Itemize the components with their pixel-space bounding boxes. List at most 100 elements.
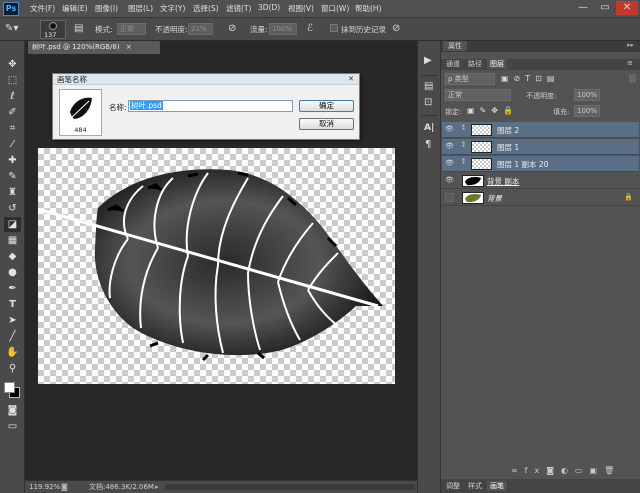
layer-thumbnail: [462, 192, 484, 204]
menu-file[interactable]: 文件(F): [30, 3, 55, 14]
lasso-tool-icon[interactable]: ℓ: [4, 89, 21, 104]
mode-select[interactable]: 正常: [117, 23, 146, 35]
eraser-tool-icon[interactable]: ◪: [4, 217, 21, 232]
menu-window[interactable]: 窗口(W): [321, 3, 349, 14]
menu-help[interactable]: 帮助(H): [355, 3, 382, 14]
close-tab-icon[interactable]: ×: [126, 43, 132, 51]
pressure-opacity-icon[interactable]: ⊘: [228, 22, 242, 36]
flow-input[interactable]: 100%: [269, 23, 297, 35]
collapse-panel-icon[interactable]: ▸▸: [627, 41, 634, 49]
minimize-button[interactable]: —: [572, 1, 594, 15]
blur-tool-icon[interactable]: ◆: [4, 249, 21, 264]
path-select-tool-icon[interactable]: ➤: [4, 313, 21, 328]
layer-action-icons[interactable]: ∞fx◙◐▭▣🗑: [511, 466, 621, 475]
menu-3d[interactable]: 3D(D): [258, 3, 280, 12]
dialog-close-icon[interactable]: ✕: [345, 75, 357, 84]
tab-channels[interactable]: 通道: [443, 59, 463, 69]
gradient-tool-icon[interactable]: ▦: [4, 233, 21, 248]
screen-mode-icon[interactable]: ▭: [4, 419, 21, 434]
brush-preset-picker[interactable]: 137: [40, 20, 66, 39]
layer-row[interactable]: 👁 ⁑ 图层 2: [442, 122, 639, 138]
status-menu-arrow-icon[interactable]: ▸: [155, 481, 159, 493]
tab-brushes[interactable]: 画笔: [487, 481, 507, 491]
visibility-toggle-off[interactable]: [445, 193, 454, 202]
menu-image[interactable]: 图像(I): [95, 3, 118, 14]
marquee-tool-icon[interactable]: ⬚: [4, 73, 21, 88]
visibility-eye-icon[interactable]: 👁: [445, 125, 454, 134]
visibility-eye-icon[interactable]: 👁: [445, 159, 454, 168]
brush-tool-icon[interactable]: ✎: [4, 169, 21, 184]
layer-row[interactable]: 👁 背景 副本: [442, 173, 639, 189]
paragraph-panel-icon[interactable]: ¶: [425, 139, 431, 150]
menu-filter[interactable]: 滤镜(T): [226, 3, 251, 14]
history-panel-icon[interactable]: ▤: [424, 81, 433, 92]
menu-layer[interactable]: 图层(L): [128, 3, 153, 14]
brush-panel-toggle-icon[interactable]: ▤: [74, 22, 88, 36]
brush-name-input[interactable]: 树叶.psd: [128, 100, 293, 112]
tab-layers[interactable]: 图层: [487, 59, 507, 69]
menu-view[interactable]: 视图(V): [288, 3, 314, 14]
dodge-tool-icon[interactable]: ●: [4, 265, 21, 280]
layer-name[interactable]: 图层 1: [497, 142, 519, 153]
pressure-size-icon[interactable]: ⊘: [392, 22, 406, 36]
history-brush-tool-icon[interactable]: ↺: [4, 201, 21, 216]
ok-button[interactable]: 确定: [299, 100, 354, 112]
paths-panel-icon[interactable]: ⊡: [424, 97, 432, 108]
blend-mode-select[interactable]: 正常: [445, 89, 511, 101]
layer-name[interactable]: 图层 2: [497, 125, 519, 136]
document-tab[interactable]: 树叶.psd @ 120%(RGB/8) ×: [28, 41, 160, 54]
layer-filter-icons[interactable]: ▣⊘T⊡▤: [501, 74, 559, 83]
eyedropper-tool-icon[interactable]: ⁄: [4, 137, 21, 152]
filter-toggle[interactable]: [629, 74, 636, 83]
hand-tool-icon[interactable]: ✋: [4, 345, 21, 360]
document-canvas[interactable]: [38, 148, 395, 384]
horizontal-scrollbar[interactable]: [165, 484, 415, 490]
zoom-level[interactable]: 119.92%: [29, 481, 60, 493]
tab-styles[interactable]: 样式: [465, 481, 485, 491]
type-tool-icon[interactable]: T: [4, 297, 21, 312]
pen-tool-icon[interactable]: ✒: [4, 281, 21, 296]
foreground-color-swatch[interactable]: [4, 382, 15, 393]
airbrush-icon[interactable]: ℰ: [307, 22, 321, 36]
close-button[interactable]: ✕: [616, 1, 638, 15]
layer-row[interactable]: 👁 ⁑ 图层 1 副本 20: [442, 156, 639, 172]
play-action-icon[interactable]: ▶: [424, 55, 432, 66]
link-icon: ⁑: [462, 159, 465, 166]
move-tool-icon[interactable]: ✥: [4, 57, 21, 72]
visibility-eye-icon[interactable]: 👁: [445, 142, 454, 151]
crop-tool-icon[interactable]: ⌗: [4, 121, 21, 136]
status-info-icon[interactable]: ◙: [61, 481, 68, 493]
eraser-tool-preset-icon[interactable]: ✎▾: [5, 22, 27, 36]
link-icon: ⁑: [462, 142, 465, 149]
layer-name[interactable]: 背景 副本: [487, 176, 519, 187]
layer-name[interactable]: 背景: [487, 193, 502, 204]
fill-input[interactable]: 100%: [574, 105, 600, 117]
fill-label: 填充:: [553, 108, 570, 116]
line-tool-icon[interactable]: ╱: [4, 329, 21, 344]
panel-menu-icon[interactable]: ≡: [627, 59, 633, 67]
lock-icons[interactable]: ▣✎✥🔒: [467, 106, 518, 115]
character-panel-icon[interactable]: A|: [424, 123, 434, 133]
clone-stamp-tool-icon[interactable]: ♜: [4, 185, 21, 200]
cancel-button[interactable]: 取消: [299, 118, 354, 130]
menu-type[interactable]: 文字(Y): [160, 3, 185, 14]
tab-properties[interactable]: 属性: [443, 41, 467, 51]
layer-name[interactable]: 图层 1 副本 20: [497, 159, 548, 170]
menu-edit[interactable]: 编辑(E): [62, 3, 88, 14]
layer-row[interactable]: 👁 ⁑ 图层 1: [442, 139, 639, 155]
menu-select[interactable]: 选择(S): [193, 3, 219, 14]
visibility-eye-icon[interactable]: 👁: [445, 176, 454, 185]
maximize-button[interactable]: ▭: [594, 1, 616, 15]
quick-mask-icon[interactable]: ◙: [4, 403, 21, 418]
tab-paths[interactable]: 路径: [465, 59, 485, 69]
zoom-tool-icon[interactable]: ⚲: [4, 361, 21, 376]
layer-opacity-input[interactable]: 100%: [574, 89, 600, 101]
app-logo[interactable]: Ps: [3, 2, 19, 16]
opacity-input[interactable]: 21%: [188, 23, 213, 35]
layer-filter-select[interactable]: ρ 类型: [445, 73, 495, 85]
erase-history-checkbox[interactable]: [330, 24, 338, 32]
quick-select-tool-icon[interactable]: ✐: [4, 105, 21, 120]
layer-row[interactable]: 背景 🔒: [442, 190, 639, 206]
healing-brush-tool-icon[interactable]: ✚: [4, 153, 21, 168]
tab-adjustments[interactable]: 调整: [443, 481, 463, 491]
